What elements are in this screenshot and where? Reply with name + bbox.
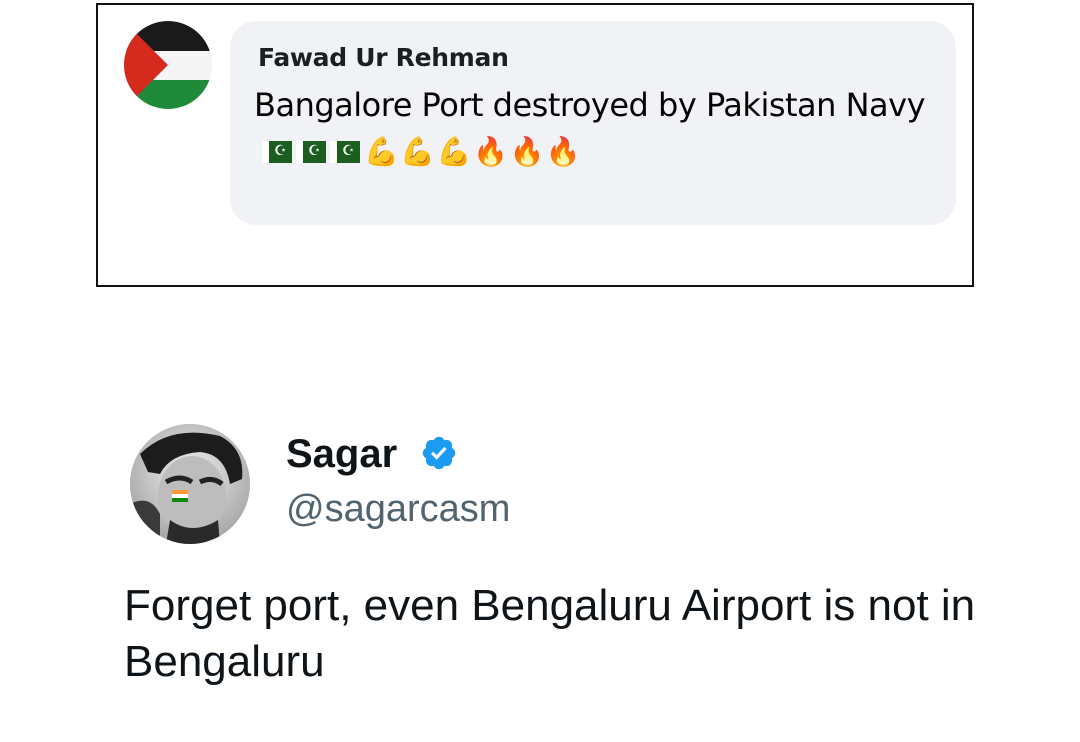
tweet-text: Forget port, even Bengaluru Airport is n… [124, 581, 976, 686]
comment-text-body: Bangalore Port destroyed by Pakistan Nav… [254, 86, 926, 124]
commenter-name[interactable]: Fawad Ur Rehman [258, 43, 509, 72]
palestine-flag-avatar[interactable] [124, 21, 212, 109]
verified-badge-icon [422, 436, 456, 470]
fire-icon: 🔥 [473, 135, 508, 168]
pakistan-flag-icon [262, 140, 292, 163]
flexed-biceps-icon: 💪 [436, 135, 472, 168]
profile-avatar[interactable] [130, 424, 250, 544]
fire-icon: 🔥 [509, 135, 545, 168]
flexed-biceps-icon: 💪 [400, 135, 435, 168]
comment-bubble: Fawad Ur Rehman Bangalore Port destroyed… [230, 21, 956, 225]
quoted-post-frame: Fawad Ur Rehman Bangalore Port destroyed… [96, 3, 974, 287]
flexed-biceps-icon: 💪 [364, 135, 399, 168]
fire-icon: 🔥 [545, 135, 581, 168]
user-handle[interactable]: @sagarcasm [286, 488, 510, 531]
emoji-row: 💪💪💪🔥🔥🔥 [262, 128, 582, 174]
display-name[interactable]: Sagar [286, 432, 397, 477]
comment-text: Bangalore Port destroyed by Pakistan Nav… [254, 83, 934, 174]
pakistan-flag-icon [330, 140, 360, 163]
pakistan-flag-icon [296, 140, 326, 163]
